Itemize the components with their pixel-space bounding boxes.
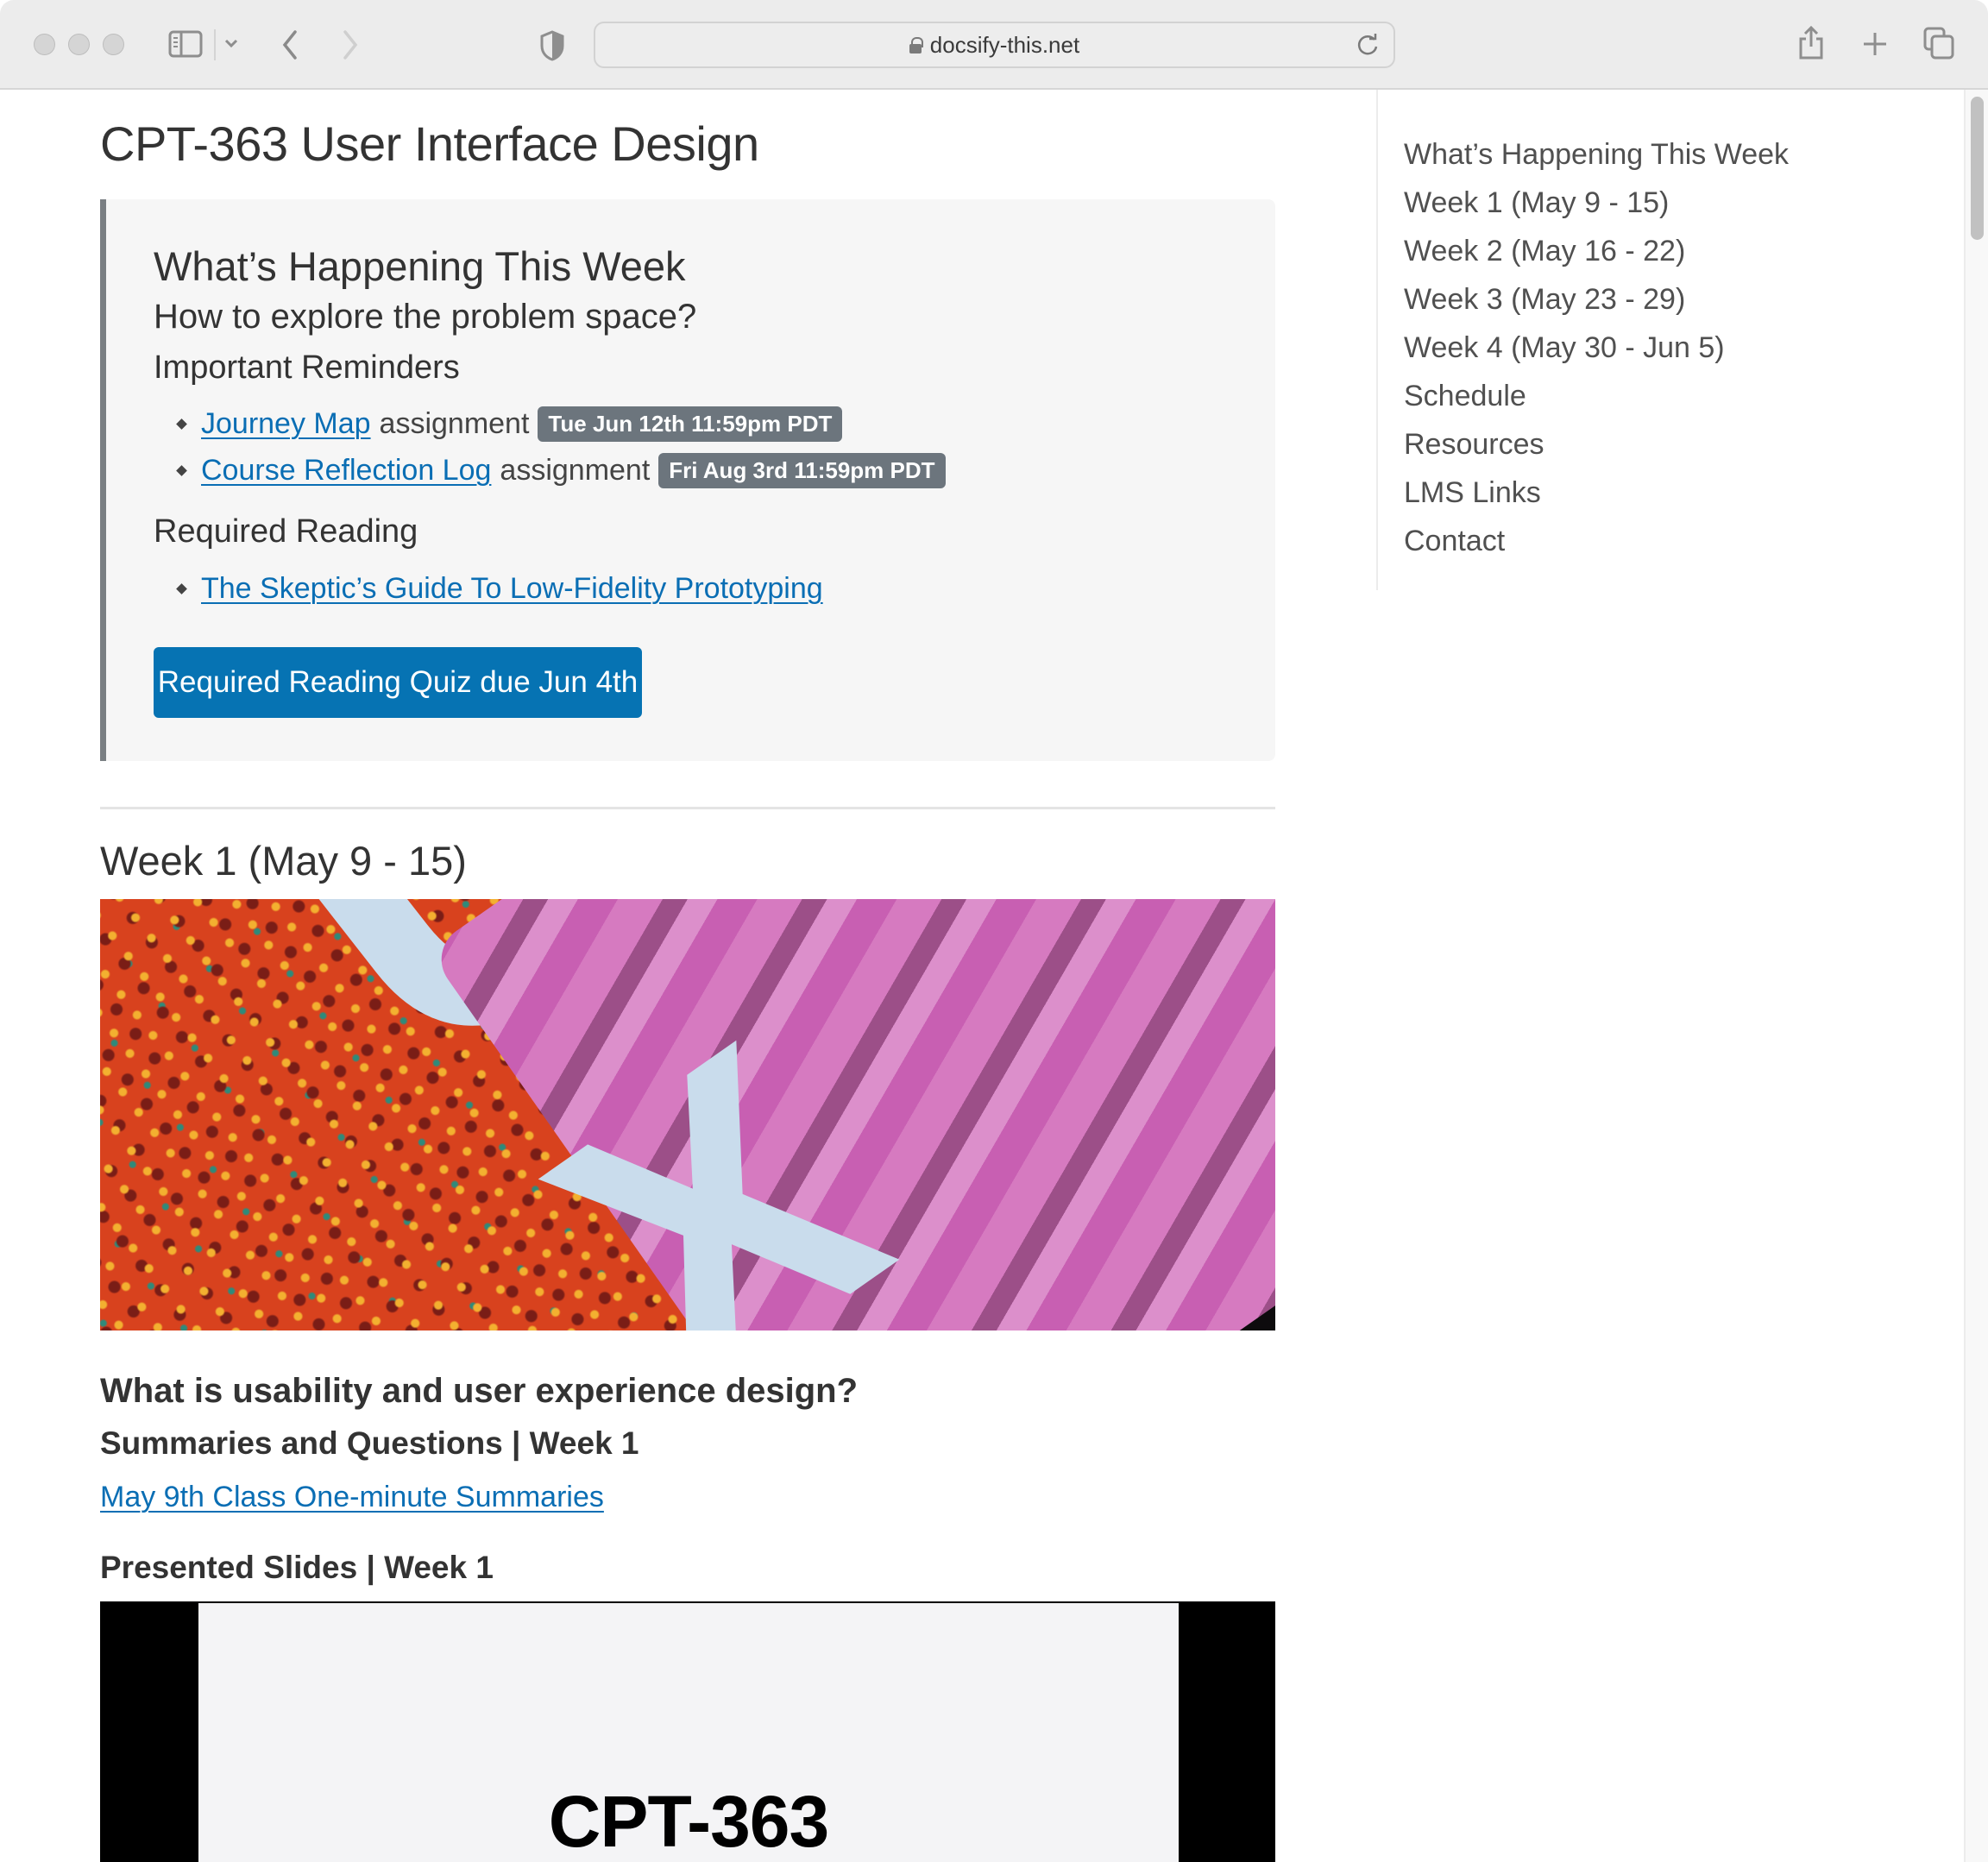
new-tab-icon[interactable] xyxy=(1860,29,1890,59)
toc-item-resources[interactable]: Resources xyxy=(1404,425,1789,473)
share-icon[interactable] xyxy=(1796,24,1826,60)
callout-heading: What’s Happening This Week xyxy=(154,243,686,289)
toc-item-contact[interactable]: Contact xyxy=(1404,521,1789,569)
toc-item-whats-happening[interactable]: What’s Happening This Week xyxy=(1404,135,1789,183)
required-reading-heading: Required Reading xyxy=(154,513,418,550)
this-week-callout: What’s Happening This Week How to explor… xyxy=(100,199,1275,761)
tab-overview-icon[interactable] xyxy=(1922,26,1955,60)
course-reflection-log-link[interactable]: Course Reflection Log xyxy=(201,454,491,488)
bullet-icon xyxy=(176,418,187,430)
toc-item-week-1[interactable]: Week 1 (May 9 - 15) xyxy=(1404,183,1789,231)
reload-icon[interactable] xyxy=(1356,32,1381,58)
toc-item-schedule[interactable]: Schedule xyxy=(1404,376,1789,425)
reminders-heading: Important Reminders xyxy=(154,349,460,386)
toolbar-separator xyxy=(214,29,216,60)
shield-icon[interactable] xyxy=(538,29,566,62)
page-title: CPT-363 User Interface Design xyxy=(100,116,759,171)
slide-title: CPT-363 xyxy=(548,1781,830,1862)
browser-toolbar: docsify-this.net xyxy=(0,0,1988,90)
callout-subheading: How to explore the problem space? xyxy=(154,298,697,336)
week-1-hero-image: U X xyxy=(100,899,1275,1330)
slide-canvas: CPT-363 xyxy=(198,1603,1179,1862)
toc-item-week-4[interactable]: Week 4 (May 30 - Jun 5) xyxy=(1404,328,1789,376)
slides-embed[interactable]: CPT-363 xyxy=(100,1601,1275,1862)
address-bar[interactable]: docsify-this.net xyxy=(594,22,1395,68)
forward-icon[interactable] xyxy=(338,28,362,62)
list-item: The Skeptic’s Guide To Low-Fidelity Prot… xyxy=(176,572,823,606)
chevron-down-icon[interactable] xyxy=(223,35,240,52)
summaries-heading: Summaries and Questions | Week 1 xyxy=(100,1425,639,1461)
list-item: Journey Map assignment Tue Jun 12th 11:5… xyxy=(176,406,843,442)
bullet-icon xyxy=(176,465,187,476)
assignment-label: assignment xyxy=(500,454,651,487)
summaries-link[interactable]: May 9th Class One-minute Summaries xyxy=(100,1481,604,1514)
lock-icon xyxy=(909,37,923,53)
toc-item-lms-links[interactable]: LMS Links xyxy=(1404,473,1789,521)
bullet-icon xyxy=(176,583,187,594)
reading-link[interactable]: The Skeptic’s Guide To Low-Fidelity Prot… xyxy=(201,572,823,606)
scrollbar-thumb[interactable] xyxy=(1971,97,1984,240)
back-icon[interactable] xyxy=(278,28,302,62)
table-of-contents: What’s Happening This Week Week 1 (May 9… xyxy=(1404,135,1789,569)
section-divider xyxy=(100,807,1275,809)
zoom-window-button[interactable] xyxy=(103,34,124,55)
slides-heading: Presented Slides | Week 1 xyxy=(100,1550,494,1585)
week-1-heading: Week 1 (May 9 - 15) xyxy=(100,838,467,884)
minimize-window-button[interactable] xyxy=(68,34,90,55)
toc-item-week-2[interactable]: Week 2 (May 16 - 22) xyxy=(1404,231,1789,280)
sidebar-toggle-icon[interactable] xyxy=(167,29,204,59)
assignment-label: assignment xyxy=(379,407,530,440)
week-1-question: What is usability and user experience de… xyxy=(100,1372,859,1410)
due-date-badge: Tue Jun 12th 11:59pm PDT xyxy=(538,406,843,442)
reading-quiz-button[interactable]: Required Reading Quiz due Jun 4th xyxy=(154,647,642,718)
page-scrollbar[interactable] xyxy=(1964,90,1988,1862)
close-window-button[interactable] xyxy=(34,34,55,55)
toc-divider xyxy=(1376,90,1378,590)
list-item: Course Reflection Log assignment Fri Aug… xyxy=(176,453,946,488)
due-date-badge: Fri Aug 3rd 11:59pm PDT xyxy=(658,453,946,488)
url-text: docsify-this.net xyxy=(929,31,1080,58)
toc-item-week-3[interactable]: Week 3 (May 23 - 29) xyxy=(1404,280,1789,328)
journey-map-link[interactable]: Journey Map xyxy=(201,407,371,441)
